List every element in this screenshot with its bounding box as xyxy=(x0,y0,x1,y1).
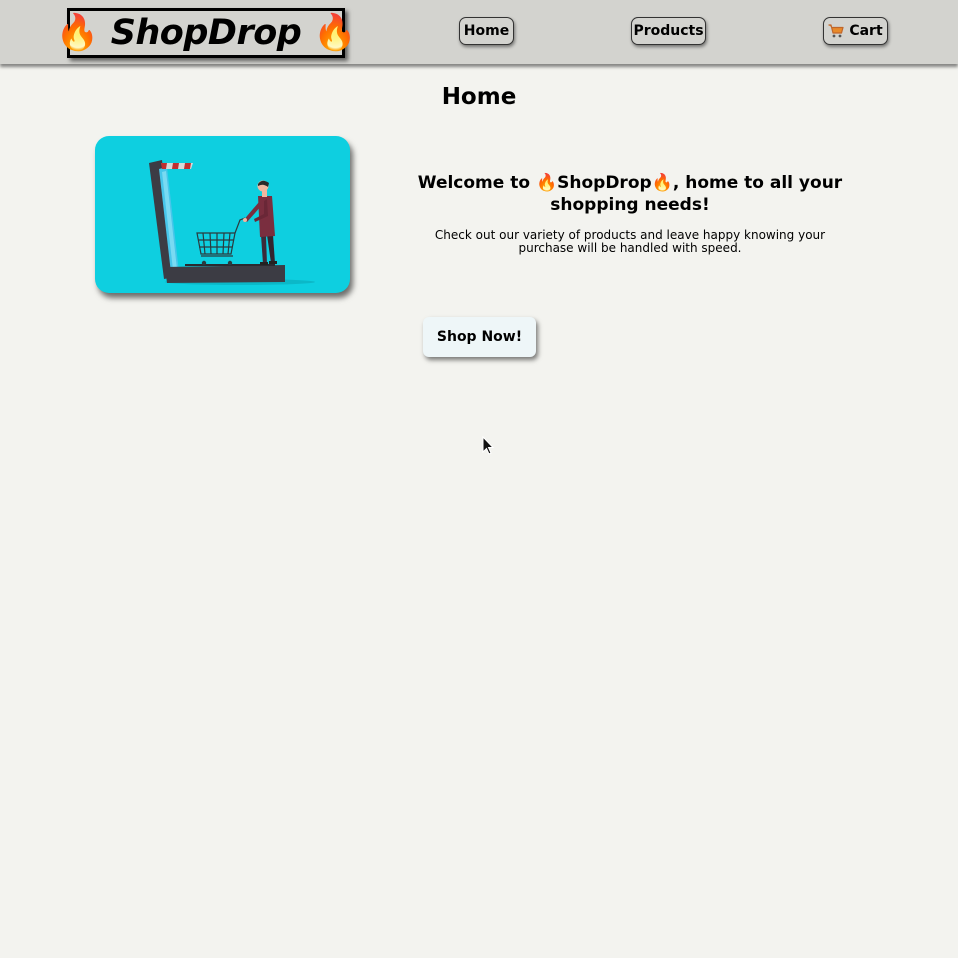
welcome-section: Welcome to 🔥ShopDrop🔥, home to all your … xyxy=(405,172,855,255)
nav-cart-button[interactable]: Cart xyxy=(823,17,888,45)
nav-products-button[interactable]: Products xyxy=(631,17,706,45)
welcome-prefix: Welcome to xyxy=(417,173,536,193)
shopping-cart-icon xyxy=(828,24,844,38)
fire-icon: 🔥 xyxy=(55,13,100,53)
mouse-cursor-icon xyxy=(482,436,494,455)
nav-home-label: Home xyxy=(463,23,510,39)
fire-icon: 🔥 xyxy=(651,173,673,193)
fire-icon: 🔥 xyxy=(313,13,357,53)
logo-text-wrapper: 🔥 ShopDrop 🔥 xyxy=(55,11,357,55)
logo-text: ShopDrop xyxy=(110,13,302,53)
welcome-heading: Welcome to 🔥ShopDrop🔥, home to all your … xyxy=(405,172,855,216)
shop-now-label: Shop Now! xyxy=(436,329,523,345)
site-logo[interactable]: 🔥 ShopDrop 🔥 xyxy=(56,8,357,58)
fire-icon: 🔥 xyxy=(535,173,558,193)
page-title: Home xyxy=(441,84,517,110)
hero-image xyxy=(95,136,350,293)
welcome-subtext: Check out our variety of products and le… xyxy=(434,228,826,255)
welcome-brand: ShopDrop xyxy=(557,173,652,193)
navbar: 🔥 ShopDrop 🔥 Home Products Cart xyxy=(0,0,958,64)
nav-cart-label: Cart xyxy=(849,23,883,39)
nav-home-button[interactable]: Home xyxy=(459,17,514,45)
person-with-shopping-cart-illustration xyxy=(149,160,315,285)
nav-products-label: Products xyxy=(633,23,704,39)
shop-now-button[interactable]: Shop Now! xyxy=(423,317,536,357)
